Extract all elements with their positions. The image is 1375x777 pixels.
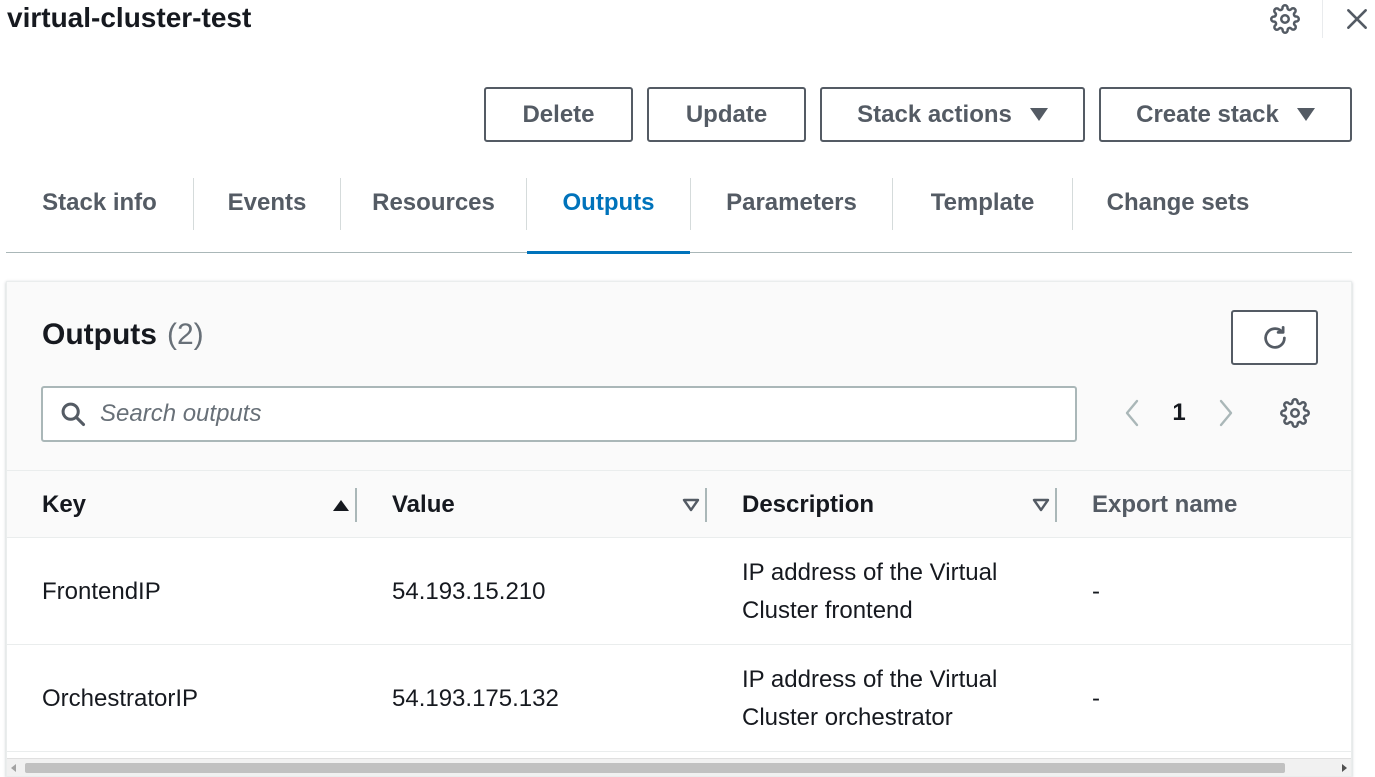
scroll-right-icon[interactable] <box>1342 764 1347 772</box>
caret-down-icon <box>1296 108 1315 121</box>
cell-key: FrontendIP <box>42 577 161 605</box>
search-box <box>41 386 1077 442</box>
sort-icon[interactable] <box>676 490 706 520</box>
outputs-count: (2) <box>166 318 204 351</box>
chevron-left-icon <box>1125 399 1139 427</box>
column-header-key-label: Key <box>42 491 87 518</box>
horizontal-scrollbar[interactable] <box>7 758 1351 776</box>
refresh-button[interactable] <box>1231 310 1318 365</box>
create-stack-button[interactable]: Create stack <box>1099 87 1352 142</box>
cell-value: 54.193.15.210 <box>392 577 546 605</box>
tab-outputs[interactable]: Outputs <box>527 178 690 254</box>
stack-actions-button[interactable]: Stack actions <box>820 87 1085 142</box>
table-preferences-button[interactable] <box>1279 397 1311 429</box>
column-resizer[interactable] <box>705 488 707 522</box>
close-icon[interactable] <box>1342 4 1372 34</box>
tab-template[interactable]: Template <box>893 178 1072 253</box>
tab-change-sets[interactable]: Change sets <box>1073 178 1283 253</box>
create-stack-label: Create stack <box>1136 100 1279 128</box>
tab-bar: Stack info Events Resources Outputs Para… <box>6 178 1352 254</box>
gear-icon <box>1280 398 1310 428</box>
caret-down-icon <box>1029 108 1048 121</box>
cell-description: IP address of the Virtual Cluster orches… <box>742 665 998 731</box>
table-header: Key Value Description Export name <box>7 470 1351 538</box>
pagination-page-number[interactable]: 1 <box>1167 395 1191 431</box>
table-row: OrchestratorIP 54.193.175.132 IP address… <box>7 645 1351 752</box>
chevron-right-icon <box>1219 399 1233 427</box>
search-icon <box>58 399 88 429</box>
column-header-key[interactable]: Key <box>42 471 356 539</box>
delete-button-label: Delete <box>522 100 595 128</box>
delete-button[interactable]: Delete <box>484 87 633 142</box>
cell-export-name: - <box>1092 684 1100 712</box>
cell-description: IP address of the Virtual Cluster fronte… <box>742 558 998 624</box>
column-header-export-name: Export name <box>1092 471 1351 539</box>
stack-actions-label: Stack actions <box>857 100 1012 128</box>
cell-export-name: - <box>1092 577 1100 605</box>
gear-icon[interactable] <box>1270 4 1300 34</box>
outputs-panel: Outputs (2) 1 <box>6 281 1352 777</box>
column-resizer[interactable] <box>1055 488 1057 522</box>
column-header-value[interactable]: Value <box>392 471 706 539</box>
outputs-title-text: Outputs <box>42 318 157 351</box>
scrollbar-thumb[interactable] <box>25 763 1285 773</box>
update-button-label: Update <box>685 100 768 128</box>
refresh-icon <box>1263 325 1286 349</box>
tab-stack-info[interactable]: Stack info <box>6 178 193 253</box>
search-input[interactable] <box>100 388 1075 440</box>
column-header-description-label: Description <box>742 491 875 518</box>
sort-icon[interactable] <box>1026 490 1056 520</box>
tab-resources[interactable]: Resources <box>341 178 526 253</box>
page-title: virtual-cluster-test <box>7 2 252 33</box>
column-header-export-name-label: Export name <box>1092 491 1238 518</box>
tab-events[interactable]: Events <box>194 178 340 253</box>
cell-key: OrchestratorIP <box>42 684 199 712</box>
header-divider <box>1322 0 1323 38</box>
outputs-panel-header: Outputs (2) 1 <box>7 282 1351 470</box>
pagination-next-button[interactable] <box>1211 395 1241 431</box>
column-header-value-label: Value <box>392 491 455 518</box>
pagination-prev-button[interactable] <box>1117 395 1147 431</box>
column-header-description[interactable]: Description <box>742 471 1056 539</box>
update-button[interactable]: Update <box>647 87 806 142</box>
tab-parameters[interactable]: Parameters <box>691 178 892 253</box>
column-resizer[interactable] <box>355 488 357 522</box>
sort-ascending-icon[interactable] <box>326 490 356 520</box>
scroll-left-icon[interactable] <box>11 764 16 772</box>
cell-value: 54.193.175.132 <box>392 684 559 712</box>
outputs-title: Outputs (2) <box>42 318 204 352</box>
table-row: FrontendIP 54.193.15.210 IP address of t… <box>7 538 1351 645</box>
